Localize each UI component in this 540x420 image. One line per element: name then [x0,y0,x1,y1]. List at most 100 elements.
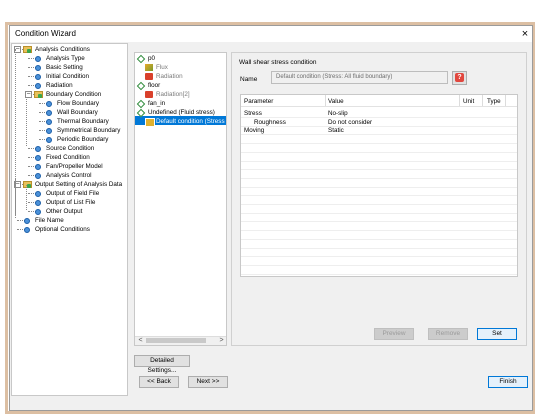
tree-item-basic-setting[interactable]: Basic Setting [12,63,127,72]
setting-node-icon [24,217,30,224]
remove-button[interactable]: Remove [428,328,468,340]
tree-item-label: Output of List File [46,199,96,206]
tree-item-label: Radiation [46,82,73,89]
tree-item-output-list-file[interactable]: Output of List File [12,198,127,207]
tree-item-output-setting[interactable]: − Output Setting of Analysis Data [12,180,127,189]
title-bar [10,26,532,42]
list-item[interactable]: Default condition (Stress [135,117,226,127]
parameter-cell[interactable]: Stress [244,110,262,117]
tree-item-output-field-file[interactable]: Output of Field File [12,189,127,198]
tree-item-boundary-condition[interactable]: − Boundary Condition [12,90,127,99]
tree-item-thermal-boundary[interactable]: Thermal Boundary [12,117,127,126]
tree-item-analysis-type[interactable]: Analysis Type [12,54,127,63]
tree-item-optional-conditions[interactable]: Optional Conditions [12,225,127,234]
value-cell[interactable]: Static [328,127,344,134]
grid-row-line [241,238,517,240]
diamond-icon [136,54,146,63]
column-separator [459,95,460,106]
tree-item-label: Wall Boundary [57,109,98,116]
list-item-label: floor [148,82,161,89]
scroll-right-icon[interactable]: > [217,336,226,345]
grid-row-line [241,160,517,162]
grid-row-line [241,117,517,118]
column-header-type[interactable]: Type [487,98,501,105]
tree-item-source-condition[interactable]: Source Condition [12,144,127,153]
scrollbar-thumb[interactable] [146,338,206,343]
folder-icon [23,46,32,53]
tree-guide-line [26,185,27,210]
column-separator [505,95,506,106]
value-cell[interactable]: No-slip [328,110,348,117]
tree-item-wall-boundary[interactable]: Wall Boundary [12,108,127,117]
tree-item-label: Other Output [46,208,83,215]
list-item-label: p0 [148,55,156,62]
setting-node-icon [46,127,52,134]
folder-icon [23,181,32,188]
close-button[interactable]: × [518,26,532,42]
list-item[interactable]: p0 [135,54,226,63]
list-item[interactable]: Radiation [135,72,226,81]
preview-button[interactable]: Preview [374,328,414,340]
grid-row-line [241,151,517,153]
setting-node-icon [35,190,41,197]
tree-item-analysis-conditions[interactable]: − Analysis Conditions [12,45,127,54]
back-button[interactable]: << Back [139,376,179,388]
tree-item-analysis-control[interactable]: Analysis Control [12,171,127,180]
grid-row-line [241,134,517,136]
diamond-icon [136,108,146,117]
list-item[interactable]: fan_in [135,99,226,108]
tree-item-label: Fixed Condition [46,154,90,161]
tree-item-fixed-condition[interactable]: Fixed Condition [12,153,127,162]
diamond-icon [136,99,146,108]
tree-item-periodic-boundary[interactable]: Periodic Boundary [12,135,127,144]
list-item-label: Radiation [156,73,183,80]
setting-node-icon [24,226,30,233]
detailed-settings-button[interactable]: Detailed Settings... [134,355,190,374]
tree-item-label: Flow Boundary [57,100,99,107]
list-item-label: Flux [156,64,168,71]
tree-item-label: Symmetrical Boundary [57,127,121,134]
value-cell[interactable]: Do not consider [328,119,372,126]
tree-item-fan-propeller-model[interactable]: Fan/Propeller Model [12,162,127,171]
tree-item-label: Output Setting of Analysis Data [35,181,123,188]
tree-item-file-name[interactable]: File Name [12,216,127,225]
wall-icon [145,118,155,127]
parameter-cell[interactable]: Roughness [254,119,286,126]
name-field[interactable]: Default condition (Stress: All fluid bou… [271,71,448,84]
tree-item-symmetrical-boundary[interactable]: Symmetrical Boundary [12,126,127,135]
tree-guide-line [15,178,16,218]
list-item[interactable]: Flux [135,63,226,72]
tree-item-radiation[interactable]: Radiation [12,81,127,90]
list-item[interactable]: Radiation[2] [135,90,226,99]
column-separator [482,95,483,106]
set-button[interactable]: Set [477,328,517,340]
grid-row-line [241,264,517,266]
list-item[interactable]: floor [135,81,226,90]
column-header-value[interactable]: Value [328,98,344,105]
column-header-parameter[interactable]: Parameter [244,98,273,105]
setting-node-icon [35,199,41,206]
tree-item-label: Analysis Conditions [35,46,90,53]
tree-item-label: Periodic Boundary [57,136,109,143]
tree-item-flow-boundary[interactable]: Flow Boundary [12,99,127,108]
radiation-icon [145,91,153,98]
list-item-label: fan_in [148,100,166,107]
tree-item-label: Basic Setting [46,64,83,71]
tree-item-other-output[interactable]: Other Output [12,207,127,216]
setting-node-icon [35,172,41,179]
setting-node-icon [35,55,41,62]
collapse-toggle-icon[interactable]: − [25,91,32,98]
grid-row-line [241,125,517,127]
finish-button[interactable]: Finish [488,376,528,388]
grid-row-line [241,143,517,145]
parameter-cell[interactable]: Moving [244,127,264,134]
tree-item-initial-condition[interactable]: Initial Condition [12,72,127,81]
list-item[interactable]: Undefined (Fluid stress) [135,108,226,117]
setting-node-icon [46,118,52,125]
tree-guide-line [26,99,27,146]
column-header-unit[interactable]: Unit [463,98,474,105]
grid-row-line [241,256,517,258]
tree-item-label: Analysis Type [46,55,85,62]
scroll-left-icon[interactable]: < [136,336,145,345]
next-button[interactable]: Next >> [188,376,228,388]
